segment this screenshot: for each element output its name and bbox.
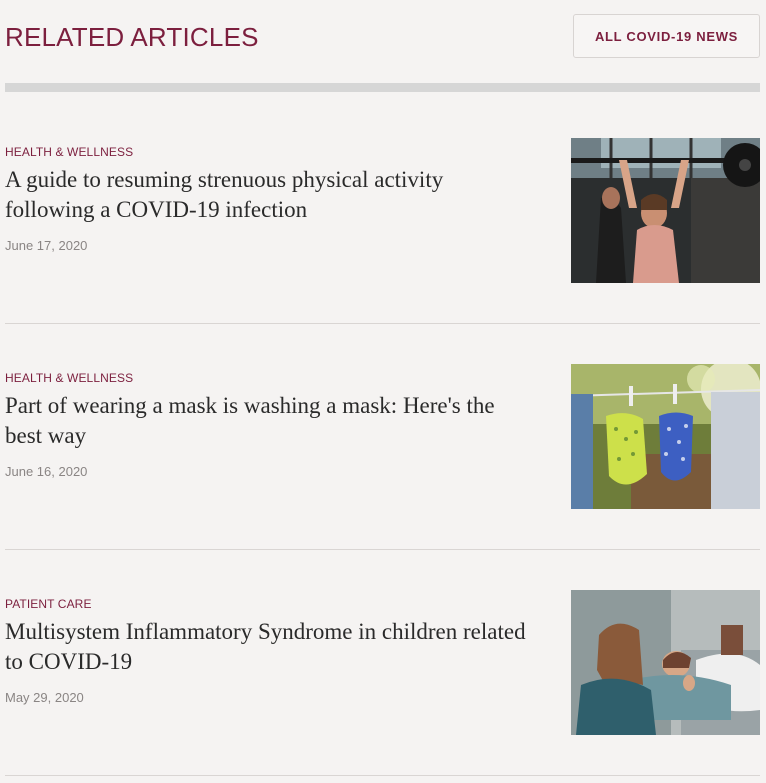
article-date: May 29, 2020 — [5, 690, 84, 705]
article-date: June 16, 2020 — [5, 464, 88, 479]
article-date: June 17, 2020 — [5, 238, 88, 253]
woman-lifting-barbell-image — [571, 138, 760, 283]
article-item: HEALTH & WELLNESS A guide to resuming st… — [5, 138, 760, 291]
article-category[interactable]: PATIENT CARE — [5, 597, 92, 611]
article-thumbnail[interactable] — [571, 590, 760, 735]
article-headline[interactable]: Multisystem Inflammatory Syndrome in chi… — [5, 617, 535, 677]
article-divider — [5, 775, 760, 776]
article-item: HEALTH & WELLNESS Part of wearing a mask… — [5, 364, 760, 517]
all-covid-news-button[interactable]: ALL COVID-19 NEWS — [573, 14, 760, 58]
article-headline[interactable]: A guide to resuming strenuous physical a… — [5, 165, 535, 225]
article-divider — [5, 323, 760, 324]
article-headline[interactable]: Part of wearing a mask is washing a mask… — [5, 391, 535, 451]
article-thumbnail[interactable] — [571, 138, 760, 283]
section-title: RELATED ARTICLES — [5, 22, 259, 52]
related-articles-header: RELATED ARTICLES ALL COVID-19 NEWS — [5, 14, 760, 60]
top-divider-bar — [5, 83, 760, 92]
masks-on-clothesline-image — [571, 364, 760, 509]
article-thumbnail[interactable] — [571, 364, 760, 509]
article-item: PATIENT CARE Multisystem Inflammatory Sy… — [5, 590, 760, 743]
article-category[interactable]: HEALTH & WELLNESS — [5, 145, 133, 159]
article-divider — [5, 549, 760, 550]
article-category[interactable]: HEALTH & WELLNESS — [5, 371, 133, 385]
mother-and-sick-child-image — [571, 590, 760, 735]
